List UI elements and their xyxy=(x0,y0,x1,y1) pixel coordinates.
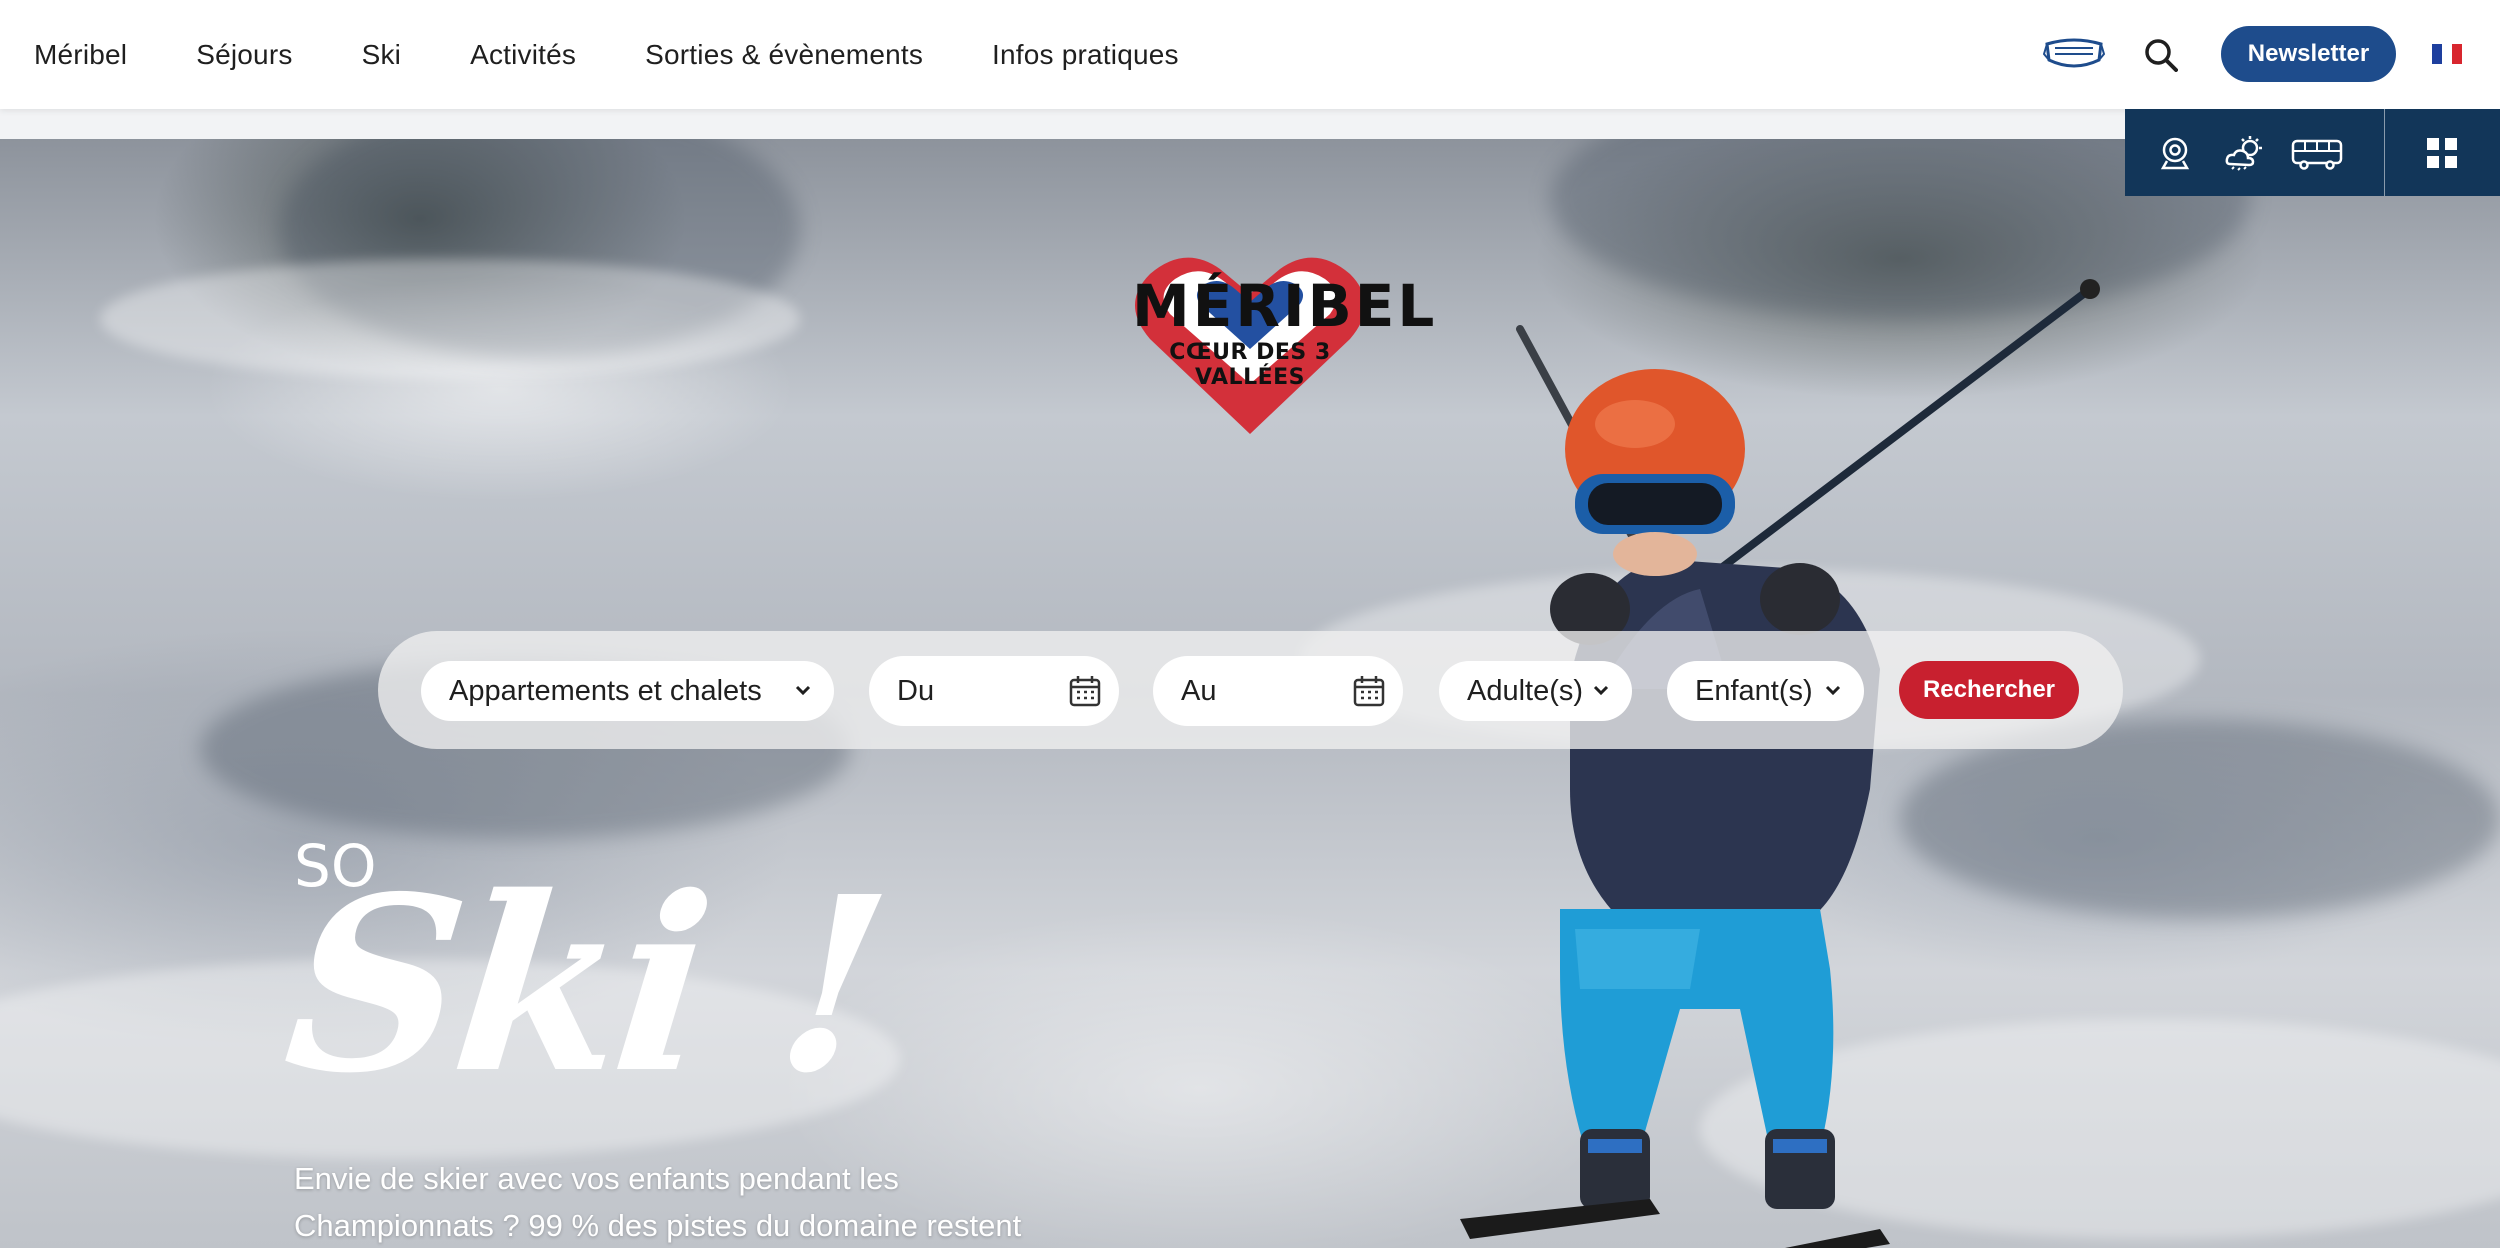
weather-icon[interactable] xyxy=(2224,134,2266,172)
nav-item-ski[interactable]: Ski xyxy=(362,39,402,71)
calendar-icon xyxy=(1353,676,1385,707)
search-icon[interactable] xyxy=(2144,38,2178,72)
children-select[interactable]: Enfant(s) xyxy=(1667,661,1864,721)
date-from-field[interactable]: Du xyxy=(869,656,1119,726)
accommodation-type-select[interactable]: Appartements et chalets xyxy=(421,661,834,721)
main-menu: Méribel Séjours Ski Activités Sorties & … xyxy=(34,0,1248,109)
bus-icon[interactable] xyxy=(2291,138,2343,170)
logo-tagline: CŒUR DES 3 VALLÉES xyxy=(1169,340,1331,390)
nav-item-meribel[interactable]: Méribel xyxy=(34,39,127,71)
quick-access-bar xyxy=(2125,109,2500,196)
grid-menu-button[interactable] xyxy=(2385,109,2500,196)
nav-item-activites[interactable]: Activités xyxy=(470,39,576,71)
hero-bg-shape xyxy=(100,259,800,379)
hero-blurb: Envie de skier avec vos enfants pendant … xyxy=(294,1155,1054,1248)
adults-select[interactable]: Adulte(s) xyxy=(1439,661,1632,721)
date-to-placeholder: Au xyxy=(1181,674,1217,707)
date-to-field[interactable]: Au xyxy=(1153,656,1403,726)
top-navigation: Méribel Séjours Ski Activités Sorties & … xyxy=(0,0,2500,109)
chevron-down-icon xyxy=(795,685,811,696)
children-value: Enfant(s) xyxy=(1695,674,1813,707)
hero-script-title: Ski ! xyxy=(275,844,895,1126)
mask-icon[interactable] xyxy=(2043,34,2105,72)
nav-item-infos-pratiques[interactable]: Infos pratiques xyxy=(992,39,1179,71)
hero-blurb-line: Envie de skier avec vos enfants pendant … xyxy=(294,1161,899,1196)
grid-menu-icon xyxy=(2427,138,2457,168)
accommodation-type-value: Appartements et chalets xyxy=(449,674,762,707)
skier-photo xyxy=(1460,279,2100,1248)
calendar-icon xyxy=(1069,676,1101,707)
nav-item-sorties-evenements[interactable]: Sorties & évènements xyxy=(645,39,923,71)
chevron-down-icon xyxy=(1825,685,1841,696)
newsletter-button[interactable]: Newsletter xyxy=(2221,26,2396,82)
date-from-placeholder: Du xyxy=(897,674,935,707)
adults-value: Adulte(s) xyxy=(1467,674,1584,707)
flag-fr-icon[interactable] xyxy=(2432,44,2462,64)
search-submit-button[interactable]: Rechercher xyxy=(1899,661,2079,719)
quick-access-icons xyxy=(2125,109,2385,196)
webcam-icon[interactable] xyxy=(2159,136,2191,170)
chevron-down-icon xyxy=(1593,685,1609,696)
nav-item-sejours[interactable]: Séjours xyxy=(196,39,292,71)
logo-wordmark: MÉRIBEL xyxy=(1132,272,1438,340)
hero-blurb-line: Championnats ? 99 % des pistes du domain… xyxy=(294,1208,1022,1243)
